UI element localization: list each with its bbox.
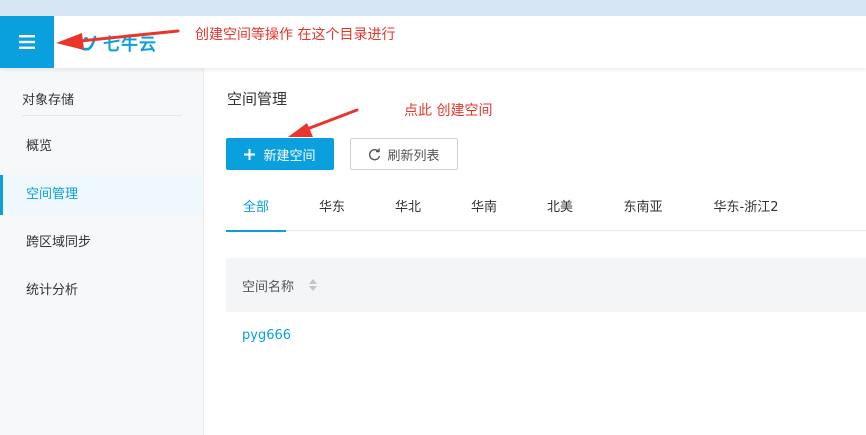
sidebar-title: 对象存储 bbox=[22, 93, 75, 108]
tab-north-china[interactable]: 华北 bbox=[380, 186, 436, 230]
logo[interactable]: 七牛云 bbox=[75, 30, 157, 55]
tab-all[interactable]: 全部 bbox=[226, 186, 286, 232]
main-content: 空间管理 点此 创建空间 新建空间 刷新列表 全部 华东 华北 华南 北美 东南… bbox=[204, 68, 866, 435]
plus-icon bbox=[244, 148, 256, 160]
tab-east-china-zhejiang2[interactable]: 华东-浙江2 bbox=[704, 186, 788, 230]
hamburger-menu-button[interactable] bbox=[0, 16, 54, 68]
tab-south-china[interactable]: 华南 bbox=[456, 186, 512, 230]
sidebar: 对象存储 概览 空间管理 跨区域同步 统计分析 bbox=[0, 68, 204, 435]
tab-north-america[interactable]: 北美 bbox=[532, 186, 588, 230]
sidebar-item-bucket-management[interactable]: 空间管理 bbox=[0, 175, 203, 215]
logo-text: 七牛云 bbox=[103, 35, 157, 55]
refresh-icon bbox=[369, 148, 381, 160]
table-header: 空间名称 bbox=[226, 258, 866, 312]
refresh-list-label: 刷新列表 bbox=[387, 147, 440, 163]
sidebar-item-overview[interactable]: 概览 bbox=[0, 127, 203, 167]
hamburger-menu-icon bbox=[19, 35, 35, 49]
page-title: 空间管理 bbox=[227, 90, 288, 108]
sort-icon[interactable] bbox=[309, 279, 317, 291]
column-header-bucket-name[interactable]: 空间名称 bbox=[242, 276, 294, 295]
create-bucket-button[interactable]: 新建空间 bbox=[226, 138, 334, 170]
header-annotation: 创建空间等操作 在这个目录进行 bbox=[195, 27, 396, 43]
sidebar-item-statistics[interactable]: 统计分析 bbox=[0, 271, 203, 311]
create-bucket-label: 新建空间 bbox=[263, 147, 316, 163]
bucket-link[interactable]: pyg666 bbox=[242, 328, 291, 343]
region-tabs: 全部 华东 华北 华南 北美 东南亚 华东-浙江2 bbox=[226, 186, 866, 232]
sidebar-item-cross-region-sync[interactable]: 跨区域同步 bbox=[0, 223, 203, 263]
browser-top-strip bbox=[0, 0, 866, 16]
app-header: 七牛云 bbox=[0, 16, 866, 68]
sidebar-divider bbox=[22, 115, 182, 116]
refresh-list-button[interactable]: 刷新列表 bbox=[350, 138, 458, 170]
tab-east-china[interactable]: 华东 bbox=[304, 186, 360, 230]
logo-icon bbox=[75, 35, 97, 51]
create-annotation: 点此 创建空间 bbox=[404, 103, 493, 119]
tab-southeast-asia[interactable]: 东南亚 bbox=[610, 186, 676, 230]
